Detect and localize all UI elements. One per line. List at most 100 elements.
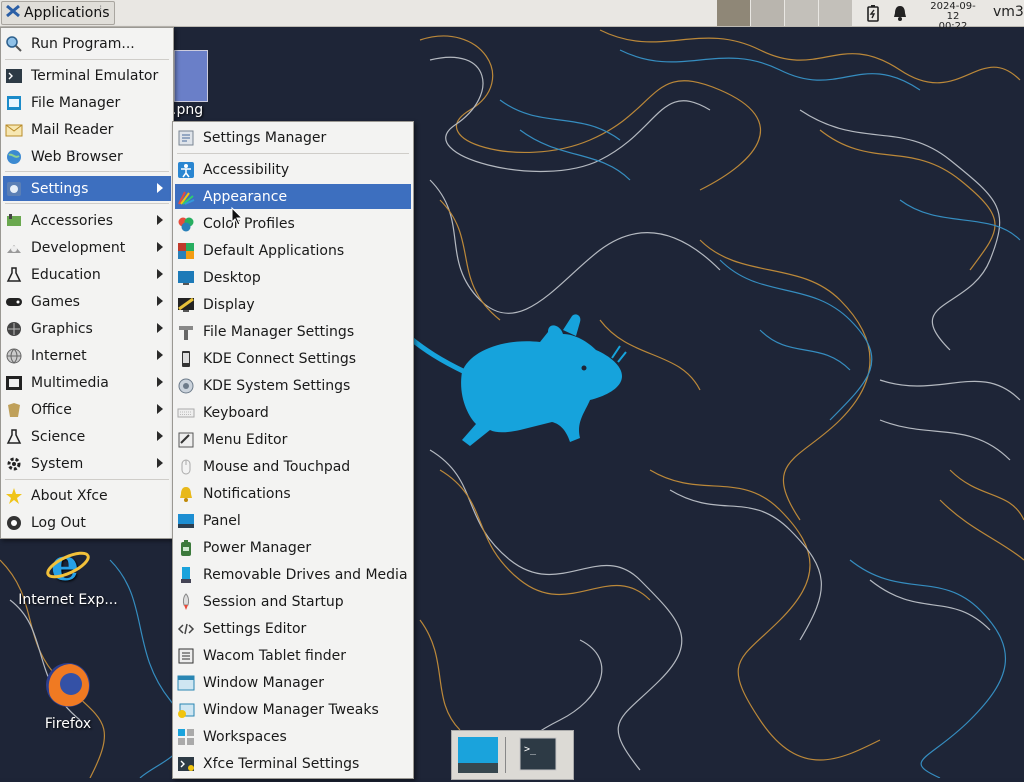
menu-item-label: Graphics [31, 320, 93, 337]
app-menu-item-settings[interactable]: Settings [3, 176, 171, 201]
notification-bell-icon[interactable] [892, 4, 908, 26]
desktop-icon-label: Internet Exp... [18, 592, 118, 608]
menu-item-label: Mouse and Touchpad [203, 458, 351, 475]
desktop-icon-firefox[interactable]: Firefox [13, 660, 123, 732]
default-apps-icon [177, 242, 195, 260]
xfce-logo-icon [5, 3, 21, 23]
submenu-arrow-icon [157, 350, 163, 360]
menu-item-label: Xfce Terminal Settings [203, 755, 360, 772]
menu-item-label: Terminal Emulator [31, 67, 159, 84]
workspaces-icon [177, 728, 195, 746]
color-profiles-icon [177, 215, 195, 233]
settings-item-kde-connect-settings[interactable]: KDE Connect Settings [175, 346, 411, 371]
settings-item-removable-drives-and-media[interactable]: Removable Drives and Media [175, 562, 411, 587]
workspace-2[interactable] [751, 0, 784, 26]
menu-item-label: Default Applications [203, 242, 345, 259]
panel-icon [177, 512, 195, 530]
settings-item-display[interactable]: Display [175, 292, 411, 317]
app-menu-item-graphics[interactable]: Graphics [3, 316, 171, 341]
menu-item-label: Development [31, 239, 126, 256]
svg-text:>_: >_ [524, 744, 537, 755]
settings-item-xfce-terminal-settings[interactable]: Xfce Terminal Settings [175, 751, 411, 776]
menu-separator [177, 153, 409, 154]
settings-item-desktop[interactable]: Desktop [175, 265, 411, 290]
app-menu-item-about-xfce[interactable]: About Xfce [3, 483, 171, 508]
settings-item-wacom-tablet-finder[interactable]: Wacom Tablet finder [175, 643, 411, 668]
menu-item-label: Settings Manager [203, 129, 327, 146]
file-manager-icon [5, 94, 23, 112]
submenu-arrow-icon [157, 431, 163, 441]
app-menu-item-science[interactable]: Science [3, 424, 171, 449]
menu-item-label: Mail Reader [31, 121, 114, 138]
workspace-4[interactable] [819, 0, 852, 26]
menu-item-label: Menu Editor [203, 431, 288, 448]
desktop-icon-internet-explorer[interactable]: e Internet Exp... [13, 540, 123, 608]
menu-item-label: Log Out [31, 514, 86, 531]
app-menu-item-terminal-emulator[interactable]: Terminal Emulator [3, 63, 171, 88]
menu-separator [5, 59, 169, 60]
settings-item-session-and-startup[interactable]: Session and Startup [175, 589, 411, 614]
submenu-arrow-icon [157, 377, 163, 387]
app-menu-item-system[interactable]: System [3, 451, 171, 476]
menu-editor-icon [177, 431, 195, 449]
settings-item-file-manager-settings[interactable]: File Manager Settings [175, 319, 411, 344]
app-menu-item-run-program[interactable]: Run Program... [3, 31, 171, 56]
applications-menu-button[interactable]: Applications [1, 1, 115, 25]
app-menu-item-office[interactable]: Office [3, 397, 171, 422]
settings-item-menu-editor[interactable]: Menu Editor [175, 427, 411, 452]
show-desktop-button[interactable] [457, 735, 499, 775]
settings-item-settings-editor[interactable]: Settings Editor [175, 616, 411, 641]
development-icon [5, 239, 23, 257]
submenu-arrow-icon [157, 458, 163, 468]
menu-item-label: Science [31, 428, 86, 445]
logout-icon [5, 514, 23, 532]
firefox-icon [43, 660, 93, 710]
settings-item-settings-manager[interactable]: Settings Manager [175, 125, 411, 150]
user-name[interactable]: vm3 [993, 4, 1024, 20]
settings-item-appearance[interactable]: Appearance [175, 184, 411, 209]
settings-item-keyboard[interactable]: Keyboard [175, 400, 411, 425]
app-menu-item-education[interactable]: Education [3, 262, 171, 287]
settings-item-workspaces[interactable]: Workspaces [175, 724, 411, 749]
terminal-launcher[interactable]: >_ [517, 735, 559, 775]
app-menu-item-development[interactable]: Development [3, 235, 171, 260]
menu-item-label: Workspaces [203, 728, 287, 745]
menu-separator [5, 479, 169, 480]
app-menu-item-games[interactable]: Games [3, 289, 171, 314]
app-menu-item-web-browser[interactable]: Web Browser [3, 144, 171, 169]
settings-item-window-manager-tweaks[interactable]: Window Manager Tweaks [175, 697, 411, 722]
app-menu-item-multimedia[interactable]: Multimedia [3, 370, 171, 395]
file-manager-settings-icon [177, 323, 195, 341]
settings-item-color-profiles[interactable]: Color Profiles [175, 211, 411, 236]
menu-item-label: About Xfce [31, 487, 108, 504]
app-menu-item-log-out[interactable]: Log Out [3, 510, 171, 535]
window-tweaks-icon [177, 701, 195, 719]
app-menu-item-file-manager[interactable]: File Manager [3, 90, 171, 115]
workspace-1[interactable] [717, 0, 750, 26]
battery-icon[interactable] [866, 4, 880, 26]
menu-item-label: Internet [31, 347, 87, 364]
settings-item-default-applications[interactable]: Default Applications [175, 238, 411, 263]
menu-item-label: Settings [31, 180, 89, 197]
menu-item-label: KDE Connect Settings [203, 350, 357, 367]
settings-item-window-manager[interactable]: Window Manager [175, 670, 411, 695]
settings-item-panel[interactable]: Panel [175, 508, 411, 533]
app-menu-item-accessories[interactable]: Accessories [3, 208, 171, 233]
settings-item-accessibility[interactable]: Accessibility [175, 157, 411, 182]
globe-icon [5, 148, 23, 166]
settings-item-kde-system-settings[interactable]: KDE System Settings [175, 373, 411, 398]
app-menu-item-internet[interactable]: Internet [3, 343, 171, 368]
menu-item-label: Keyboard [203, 404, 269, 421]
panel-clock[interactable]: 2024-09-12 00:22 [924, 2, 982, 32]
settings-item-mouse-and-touchpad[interactable]: Mouse and Touchpad [175, 454, 411, 479]
workspace-3[interactable] [785, 0, 818, 26]
submenu-arrow-icon [157, 183, 163, 193]
settings-item-power-manager[interactable]: Power Manager [175, 535, 411, 560]
app-menu-item-mail-reader[interactable]: Mail Reader [3, 117, 171, 142]
panel-handle[interactable]: ⁝ [99, 5, 103, 20]
top-panel: Applications ⁝ 2024-09-12 00:22 vm3 [0, 0, 1024, 32]
settings-item-notifications[interactable]: Notifications [175, 481, 411, 506]
appearance-icon [177, 188, 195, 206]
science-icon [5, 428, 23, 446]
menu-separator [5, 203, 169, 204]
